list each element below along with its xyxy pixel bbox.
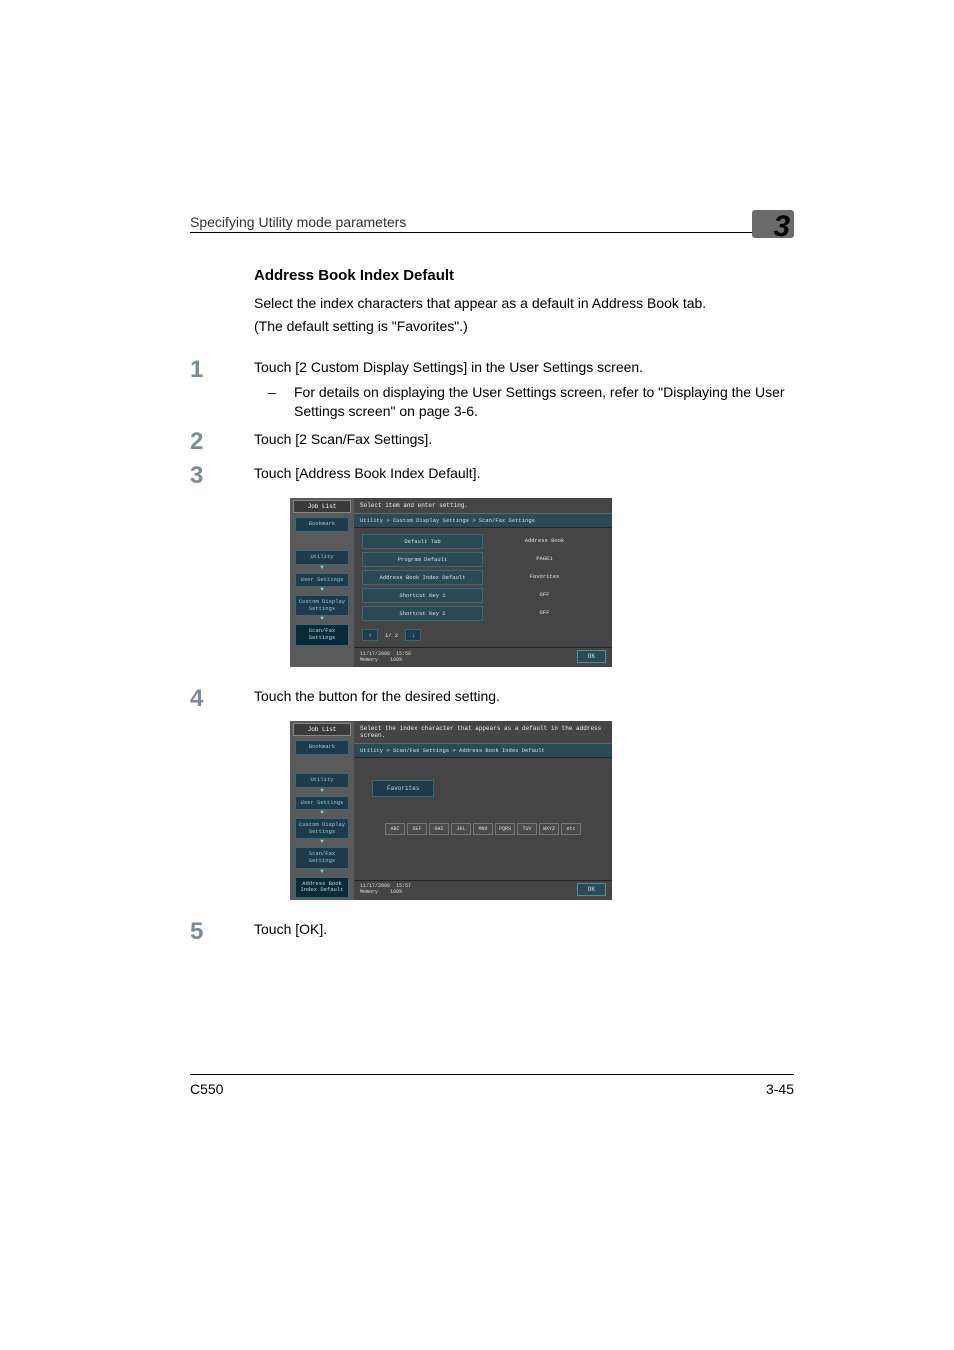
step-3-text: Touch [Address Book Index Default]. [254, 464, 794, 488]
screenshot-index-default: Job List Bookmark Utility ▼ User Setting… [290, 721, 612, 899]
idx-tuv[interactable]: TUV [517, 823, 537, 835]
arrow-down-icon: ▼ [290, 811, 354, 815]
step-1: 1 Touch [2 Custom Display Settings] in t… [190, 358, 794, 421]
arrow-down-icon: ▼ [290, 566, 354, 570]
step-1-text: Touch [2 Custom Display Settings] in the… [254, 358, 794, 377]
step-5: 5 Touch [OK]. [190, 920, 794, 944]
program-default-value: PAGE1 [485, 552, 604, 567]
intro-line-1: Select the index characters that appear … [254, 294, 794, 313]
user-settings-crumb[interactable]: User Settings [295, 796, 349, 811]
page-number: 3-45 [766, 1081, 794, 1097]
step-2: 2 Touch [2 Scan/Fax Settings]. [190, 430, 794, 454]
default-tab-value: Address Book [485, 534, 604, 549]
idx-etc[interactable]: etc [561, 823, 581, 835]
shortcut-key-2-value: OFF [485, 606, 604, 621]
shortcut-key-1-button[interactable]: Shortcut Key 1 [362, 588, 483, 603]
user-settings-crumb[interactable]: User Settings [295, 573, 349, 588]
arrow-down-icon: ▼ [290, 789, 354, 793]
idx-abc[interactable]: ABC [385, 823, 405, 835]
arrow-down-icon: ▼ [290, 870, 354, 874]
step-1-number: 1 [190, 358, 254, 421]
step-2-text: Touch [2 Scan/Fax Settings]. [254, 430, 794, 454]
ok-button[interactable]: OK [577, 883, 606, 896]
running-header-text: Specifying Utility mode parameters [190, 214, 406, 230]
page-down-button[interactable]: ↓ [405, 629, 421, 641]
job-list-tab[interactable]: Job List [293, 723, 351, 736]
idx-pqrs[interactable]: PQRS [495, 823, 515, 835]
favorites-button[interactable]: Favorites [372, 780, 434, 797]
model-label: C550 [190, 1081, 223, 1097]
bookmark-button[interactable]: Bookmark [295, 740, 349, 755]
pager-text: 1/ 2 [381, 632, 402, 639]
job-list-tab[interactable]: Job List [293, 500, 351, 513]
custom-display-crumb[interactable]: Custom Display Settings [295, 595, 349, 616]
arrow-down-icon: ▼ [290, 840, 354, 844]
step-5-text: Touch [OK]. [254, 920, 794, 944]
screenshot-scan-fax-settings: Job List Bookmark Utility ▼ User Setting… [290, 498, 612, 667]
step-1-sub: For details on displaying the User Setti… [294, 383, 794, 421]
dash-icon: – [254, 383, 294, 421]
index-character-row: ABC DEF GHI JKL MNO PQRS TUV WXYZ etc [362, 823, 604, 835]
breadcrumb-bar: Utility > Custom Display Settings > Scan… [354, 513, 612, 528]
address-book-index-default-value: Favorites [485, 570, 604, 585]
step-4: 4 Touch the button for the desired setti… [190, 687, 794, 711]
scan-fax-crumb[interactable]: Scan/Fax Settings [295, 847, 349, 868]
instruction-text: Select item and enter setting. [354, 498, 612, 513]
breadcrumb-bar: Utility > Scan/Fax Settings > Address Bo… [354, 743, 612, 758]
step-2-number: 2 [190, 430, 254, 454]
utility-crumb[interactable]: Utility [295, 550, 349, 565]
step-4-text: Touch the button for the desired setting… [254, 687, 794, 711]
idx-ghi[interactable]: GHI [429, 823, 449, 835]
chapter-badge: 3 [752, 210, 794, 238]
status-info: 11/17/2006 15:56 Memory 100% [360, 651, 411, 663]
address-book-index-default-button[interactable]: Address Book Index Default [362, 570, 483, 585]
bookmark-button[interactable]: Bookmark [295, 517, 349, 532]
default-tab-button[interactable]: Default Tab [362, 534, 483, 549]
utility-crumb[interactable]: Utility [295, 773, 349, 788]
custom-display-crumb[interactable]: Custom Display Settings [295, 818, 349, 839]
scan-fax-crumb[interactable]: Scan/Fax Settings [295, 624, 349, 645]
idx-mno[interactable]: MNO [473, 823, 493, 835]
idx-jkl[interactable]: JKL [451, 823, 471, 835]
ok-button[interactable]: OK [577, 650, 606, 663]
shortcut-key-1-value: OFF [485, 588, 604, 603]
chapter-number: 3 [773, 210, 790, 244]
idx-wxyz[interactable]: WXYZ [539, 823, 559, 835]
step-5-number: 5 [190, 920, 254, 944]
instruction-text: Select the index character that appears … [354, 721, 612, 743]
step-3-number: 3 [190, 464, 254, 488]
page-footer: C550 3-45 [190, 1074, 794, 1097]
page-up-button[interactable]: ↑ [362, 629, 378, 641]
section-title: Address Book Index Default [254, 267, 794, 284]
status-info: 11/17/2006 15:57 Memory 100% [360, 883, 411, 895]
arrow-down-icon: ▼ [290, 588, 354, 592]
idx-def[interactable]: DEF [407, 823, 427, 835]
address-book-index-default-crumb[interactable]: Address Book Index Default [295, 877, 349, 898]
shortcut-key-2-button[interactable]: Shortcut Key 2 [362, 606, 483, 621]
step-4-number: 4 [190, 687, 254, 711]
step-3: 3 Touch [Address Book Index Default]. [190, 464, 794, 488]
arrow-down-icon: ▼ [290, 617, 354, 621]
intro-line-2: (The default setting is "Favorites".) [254, 317, 794, 336]
program-default-button[interactable]: Program Default [362, 552, 483, 567]
running-header: Specifying Utility mode parameters 3 [190, 210, 794, 233]
